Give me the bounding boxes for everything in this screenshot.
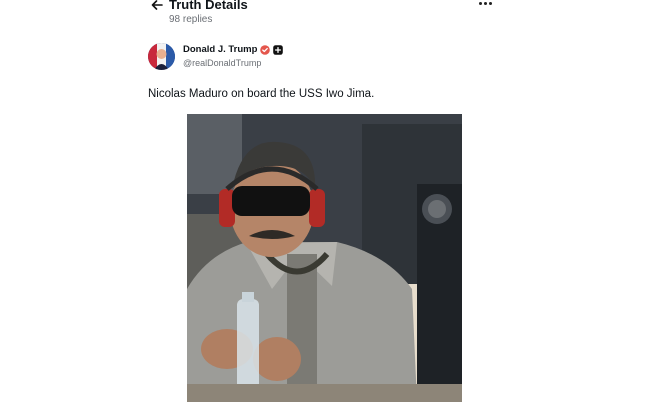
- plus-badge-icon: [273, 44, 284, 55]
- arrow-left-icon[interactable]: [150, 0, 164, 12]
- post-text: Nicolas Maduro on board the USS Iwo Jima…: [148, 88, 375, 100]
- author-display-name[interactable]: Donald J. Trump: [183, 44, 257, 55]
- page-title: Truth Details: [169, 0, 248, 12]
- replies-count: 98 replies: [169, 14, 213, 25]
- more-horizontal-icon[interactable]: [479, 2, 495, 8]
- avatar[interactable]: [148, 43, 175, 70]
- post-image[interactable]: [187, 114, 462, 402]
- page-header: Truth Details 98 replies: [150, 0, 495, 28]
- verified-badge-icon: [260, 44, 271, 55]
- author-handle[interactable]: @realDonaldTrump: [183, 58, 261, 68]
- post-author: Donald J. Trump @realDonaldTrump: [148, 43, 448, 73]
